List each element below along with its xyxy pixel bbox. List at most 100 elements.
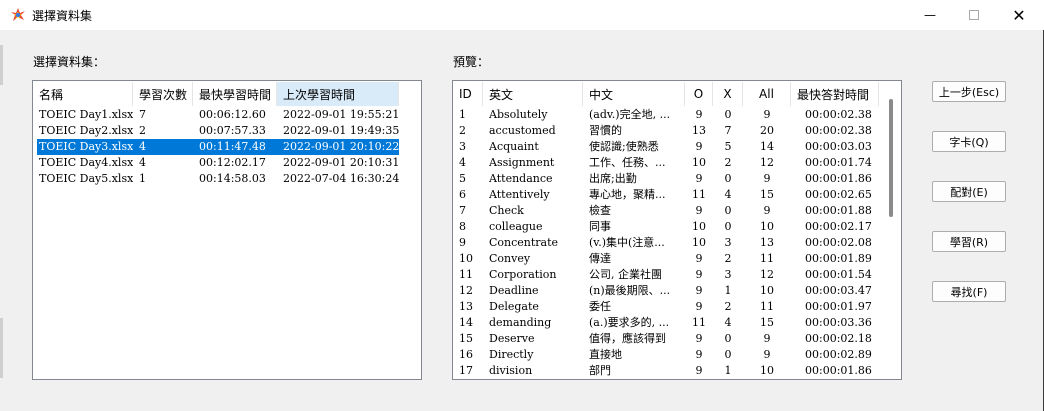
preview-cell-x: 3: [724, 236, 732, 249]
preview-cell-chinese: 傳達: [589, 252, 611, 265]
dataset-cell-name[interactable]: TOEIC Day5.xlsx: [39, 171, 133, 187]
preview-cell-o: 9: [695, 268, 703, 281]
match-button[interactable]: 配對(E): [932, 181, 1006, 202]
dataset-cell-last[interactable]: 2022-07-04 16:30:24: [283, 171, 399, 187]
preview-cell-o: 11: [692, 188, 706, 201]
preview-cell-english: Concentrate: [489, 236, 559, 249]
dataset-cell-name[interactable]: TOEIC Day1.xlsx: [39, 107, 133, 123]
preview-cell-english: demanding: [489, 316, 552, 329]
preview-header-x[interactable]: X: [713, 82, 743, 106]
preview-header-id[interactable]: ID: [453, 82, 483, 106]
preview-cell-x: 3: [724, 268, 732, 281]
minimize-icon[interactable]: —: [907, 0, 953, 30]
preview-cell-chinese: 直接地: [589, 348, 622, 361]
dataset-cell-name[interactable]: TOEIC Day2.xlsx: [39, 123, 133, 139]
preview-cell-all: 9: [763, 348, 771, 361]
preview-cell-chinese: (n)最後期限、...: [589, 284, 671, 297]
preview-cell-id: 1: [459, 108, 466, 121]
flashcard-button[interactable]: 字卡(Q): [932, 131, 1006, 152]
column-header-last[interactable]: 上次學習時間: [277, 82, 399, 106]
preview-header-fastest[interactable]: 最快答對時間: [791, 82, 879, 106]
preview-cell-chinese: 值得，應該得到: [589, 332, 666, 345]
preview-cell-all: 13: [760, 236, 774, 249]
preview-cell-chinese: 公司, 企業社團: [589, 268, 662, 281]
back-button[interactable]: 上一步(Esc): [932, 81, 1006, 102]
preview-cell-fastest: 00:00:03.36: [805, 316, 872, 329]
preview-cell-id: 16: [459, 348, 473, 361]
dataset-cell-fastest[interactable]: 00:06:12.60: [199, 107, 277, 123]
dataset-cell-count[interactable]: 4: [139, 155, 193, 171]
dataset-cell-name[interactable]: TOEIC Day3.xlsx: [39, 139, 133, 155]
dataset-cell-fastest[interactable]: 00:12:02.17: [199, 155, 277, 171]
preview-cell-o: 9: [695, 204, 703, 217]
column-header-count[interactable]: 學習次數: [133, 82, 193, 106]
preview-cell-o: 9: [695, 140, 703, 153]
preview-cell-fastest: 00:00:01.54: [805, 268, 872, 281]
preview-cell-fastest: 00:00:01.86: [805, 172, 872, 185]
preview-cell-id: 8: [459, 220, 466, 233]
preview-cell-id: 13: [459, 300, 473, 313]
preview-cell-chinese: 檢查: [589, 204, 611, 217]
column-header-name[interactable]: 名稱: [33, 82, 133, 106]
preview-cell-id: 14: [459, 316, 473, 329]
preview-cell-english: Corporation: [489, 268, 557, 281]
preview-cell-x: 1: [724, 364, 732, 377]
preview-cell-x: 2: [724, 156, 732, 169]
dataset-cell-count[interactable]: 1: [139, 171, 193, 187]
preview-cell-fastest: 00:00:01.88: [805, 204, 872, 217]
preview-cell-all: 15: [760, 316, 774, 329]
preview-cell-fastest: 00:00:01.89: [805, 252, 872, 265]
maximize-icon[interactable]: [951, 0, 997, 30]
preview-cell-fastest: 00:00:02.89: [805, 348, 872, 361]
app-logo-icon: [11, 8, 25, 21]
preview-cell-o: 10: [692, 236, 706, 249]
preview-cell-all: 9: [763, 204, 771, 217]
dataset-cell-fastest[interactable]: 00:14:58.03: [199, 171, 277, 187]
preview-cell-o: 9: [695, 348, 703, 361]
preview-cell-x: 0: [724, 332, 732, 345]
preview-cell-x: 0: [724, 348, 732, 361]
preview-cell-id: 12: [459, 284, 473, 297]
preview-cell-id: 7: [459, 204, 466, 217]
dataset-cell-count[interactable]: 2: [139, 123, 193, 139]
search-button[interactable]: 尋找(F): [932, 281, 1006, 302]
dataset-cell-fastest[interactable]: 00:07:57.33: [199, 123, 277, 139]
preview-cell-x: 4: [724, 188, 732, 201]
preview-cell-all: 10: [760, 364, 774, 377]
close-icon[interactable]: ✕: [996, 0, 1042, 30]
preview-cell-english: division: [489, 364, 533, 377]
preview-list[interactable]: ID 英文 中文 O X All 最快答對時間 1 Absolutely (adv.)完全地, .…: [452, 80, 902, 380]
preview-scrollbar[interactable]: [889, 99, 893, 217]
dataset-cell-last[interactable]: 2022-09-01 19:55:21: [283, 107, 399, 123]
dataset-cell-count[interactable]: 4: [139, 139, 193, 155]
preview-cell-o: 9: [695, 332, 703, 345]
dataset-cell-name[interactable]: TOEIC Day4.xlsx: [39, 155, 133, 171]
dataset-cell-fastest[interactable]: 00:11:47.48: [199, 139, 277, 155]
dataset-list[interactable]: 名稱 學習次數 最快學習時間 上次學習時間 TOEIC Day1.xlsx 7 00:06:…: [32, 80, 422, 380]
column-header-fastest[interactable]: 最快學習時間: [193, 82, 277, 106]
preview-header-chinese[interactable]: 中文: [583, 82, 685, 106]
preview-cell-english: Check: [489, 204, 524, 217]
preview-cell-english: Attendance: [489, 172, 553, 185]
preview-header-english[interactable]: 英文: [483, 82, 583, 106]
preview-header-all[interactable]: All: [743, 82, 791, 106]
dataset-cell-last[interactable]: 2022-09-01 19:49:35: [283, 123, 399, 139]
preview-cell-all: 12: [760, 156, 774, 169]
study-button[interactable]: 學習(R): [932, 231, 1006, 252]
preview-cell-fastest: 00:00:01.86: [805, 364, 872, 377]
preview-cell-all: 10: [760, 284, 774, 297]
dataset-cell-last[interactable]: 2022-09-01 20:10:31: [283, 155, 399, 171]
preview-header-o[interactable]: O: [685, 82, 713, 106]
preview-cell-id: 2: [459, 124, 466, 137]
dataset-cell-count[interactable]: 7: [139, 107, 193, 123]
preview-cell-all: 9: [763, 108, 771, 121]
dataset-cell-last[interactable]: 2022-09-01 20:10:22: [283, 139, 399, 155]
preview-cell-id: 10: [459, 252, 473, 265]
preview-cell-x: 2: [724, 300, 732, 313]
preview-cell-chinese: 委任: [589, 300, 611, 313]
preview-cell-id: 4: [459, 156, 466, 169]
preview-cell-o: 9: [695, 108, 703, 121]
preview-cell-id: 9: [459, 236, 466, 249]
preview-cell-english: Directly: [489, 348, 534, 361]
preview-cell-all: 20: [760, 124, 774, 137]
